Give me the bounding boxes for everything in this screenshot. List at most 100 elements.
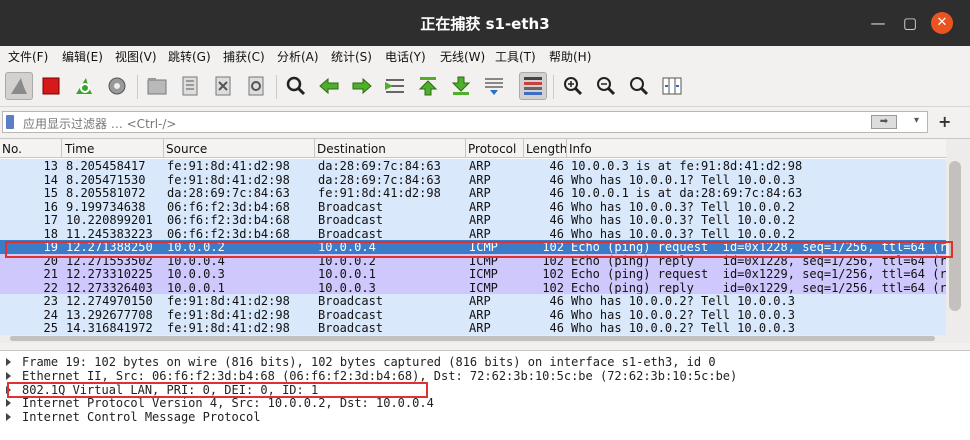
toolbar-separator [276, 75, 277, 99]
detail-tree-item[interactable]: Frame 19: 102 bytes on wire (816 bits), … [0, 355, 970, 369]
maximize-icon[interactable]: ▢ [899, 12, 921, 34]
autoscroll-icon[interactable] [480, 72, 508, 100]
cell-time: 8.205458417 [66, 159, 146, 173]
cell-src: 06:f6:f2:3d:b4:68 [167, 213, 290, 227]
restart-capture-icon[interactable] [70, 72, 98, 100]
menu-telephony[interactable]: 电话(Y) [385, 48, 426, 65]
cell-time: 11.245383223 [66, 226, 153, 241]
cell-len: 102 [542, 267, 564, 281]
colorize-icon[interactable] [519, 72, 547, 100]
go-to-packet-icon[interactable] [381, 72, 409, 100]
vlan-highlight [7, 382, 428, 398]
column-time[interactable]: Time [65, 142, 94, 156]
cell-len: 46 [549, 213, 564, 227]
expand-arrow-icon[interactable] [6, 399, 11, 408]
cell-len: 46 [549, 186, 564, 200]
cell-proto: ARP [469, 159, 491, 173]
toolbar-separator [137, 75, 138, 99]
cell-len: 46 [549, 294, 564, 308]
menu-tools[interactable]: 工具(T) [495, 48, 536, 65]
cell-time: 12.274970150 [66, 294, 153, 308]
table-row[interactable]: 18 11.245383223 06:f6:f2:3d:b4:68 Broadcast… [0, 226, 946, 241]
cell-time: 10.220899201 [66, 213, 153, 227]
cell-src: 06:f6:f2:3d:b4:68 [167, 199, 290, 214]
table-row[interactable]: 17 10.220899201 06:f6:f2:3d:b4:68 Broadcast… [0, 213, 946, 227]
column-no[interactable]: No. [2, 142, 22, 156]
scrollbar-thumb[interactable] [949, 161, 961, 311]
menu-capture[interactable]: 捕获(C) [223, 48, 265, 65]
go-forward-icon[interactable] [348, 72, 376, 100]
cell-src: 10.0.0.1 [167, 280, 225, 295]
toolbar-separator [553, 75, 554, 99]
hscrollbar-thumb[interactable] [10, 336, 935, 341]
packet-list-hscrollbar[interactable] [0, 335, 946, 343]
detail-text: Internet Control Message Protocol [22, 410, 261, 425]
detail-tree-item[interactable]: Internet Protocol Version 4, Src: 10.0.0… [0, 396, 970, 410]
detail-tree-item[interactable]: Ethernet II, Src: 06:f6:f2:3d:b4:68 (06:… [0, 369, 970, 383]
zoom-in-icon[interactable] [559, 72, 587, 100]
add-filter-button[interactable]: + [938, 112, 951, 131]
table-row[interactable]: 15 8.205581072 da:28:69:7c:84:63 fe:91:8d:4… [0, 186, 946, 200]
column-info[interactable]: Info [569, 142, 592, 156]
menu-help[interactable]: 帮助(H) [549, 48, 591, 65]
table-row[interactable]: 16 9.199734638 06:f6:f2:3d:b4:68 Broadcast A… [0, 199, 946, 214]
detail-tree-item[interactable]: Internet Control Message Protocol [0, 410, 970, 424]
table-row[interactable]: 25 14.316841972 fe:91:8d:41:d2:98 Broadcast… [0, 321, 946, 335]
resize-columns-icon[interactable] [658, 72, 686, 100]
bookmark-icon[interactable] [6, 115, 14, 129]
cell-len: 46 [549, 172, 564, 187]
table-row[interactable]: 23 12.274970150 fe:91:8d:41:d2:98 Broadcast… [0, 294, 946, 308]
cell-info: Who has 10.0.0.3? Tell 10.0.0.2 [571, 226, 795, 241]
close-icon[interactable]: ✕ [931, 12, 953, 34]
display-filter-input[interactable]: 应用显示过滤器 … <Ctrl-/> ➡ ▾ [2, 111, 928, 133]
column-destination[interactable]: Destination [317, 142, 386, 156]
cell-proto: ARP [469, 199, 491, 214]
go-back-icon[interactable] [315, 72, 343, 100]
cell-len: 102 [542, 280, 564, 295]
menu-go[interactable]: 跳转(G) [168, 48, 211, 65]
arrow-right-icon[interactable]: ➡ [871, 115, 897, 129]
cell-dst: da:28:69:7c:84:63 [318, 159, 441, 173]
column-protocol[interactable]: Protocol [468, 142, 516, 156]
menu-analyze[interactable]: 分析(A) [277, 48, 319, 65]
menu-edit[interactable]: 编辑(E) [62, 48, 103, 65]
cell-time: 12.273326403 [66, 280, 153, 295]
minimize-icon[interactable]: — [867, 12, 889, 34]
close-file-icon[interactable] [209, 72, 237, 100]
zoom-normal-icon[interactable] [625, 72, 653, 100]
reload-file-icon[interactable] [242, 72, 270, 100]
last-packet-icon[interactable] [447, 72, 475, 100]
expand-arrow-icon[interactable] [6, 413, 11, 422]
menu-statistics[interactable]: 统计(S) [331, 48, 372, 65]
chevron-down-icon[interactable]: ▾ [914, 115, 919, 126]
detail-text: Internet Protocol Version 4, Src: 10.0.0… [22, 396, 434, 411]
cell-src: fe:91:8d:41:d2:98 [167, 172, 290, 187]
cell-src: fe:91:8d:41:d2:98 [167, 321, 290, 335]
table-row[interactable]: 13 8.205458417 fe:91:8d:41:d2:98 da:28:69:7… [0, 159, 946, 173]
expand-arrow-icon[interactable] [6, 358, 11, 366]
cell-dst: Broadcast [318, 307, 384, 322]
find-packet-icon[interactable] [282, 72, 310, 100]
cell-proto: ARP [469, 172, 491, 187]
zoom-out-icon[interactable] [592, 72, 620, 100]
save-file-icon[interactable] [176, 72, 204, 100]
menu-view[interactable]: 视图(V) [115, 48, 157, 65]
detail-text: Frame 19: 102 bytes on wire (816 bits), … [22, 355, 716, 369]
cell-no: 15 [43, 186, 58, 200]
menu-file[interactable]: 文件(F) [8, 48, 48, 65]
stop-capture-icon[interactable] [37, 72, 65, 100]
column-length[interactable]: Length [526, 142, 567, 156]
open-file-icon[interactable] [143, 72, 171, 100]
packet-list: No. Time Source Destination Protocol Len… [0, 138, 970, 343]
expand-arrow-icon[interactable] [6, 371, 11, 380]
menu-wireless[interactable]: 无线(W) [440, 48, 485, 65]
shark-fin-start-icon[interactable] [5, 72, 33, 100]
capture-options-icon[interactable] [103, 72, 131, 100]
table-row[interactable]: 22 12.273326403 10.0.0.1 10.0.0.3 ICMP 102 Ech… [0, 280, 946, 295]
table-row[interactable]: 14 8.205471530 fe:91:8d:41:d2:98 da:28:69:7… [0, 172, 946, 187]
column-source[interactable]: Source [166, 142, 207, 156]
first-packet-icon[interactable] [414, 72, 442, 100]
display-filter-bar: 应用显示过滤器 … <Ctrl-/> ➡ ▾ + [0, 108, 970, 136]
table-row[interactable]: 24 13.292677708 fe:91:8d:41:d2:98 Broadcast… [0, 307, 946, 322]
table-row[interactable]: 21 12.273310225 10.0.0.3 10.0.0.1 ICMP 102 Ech… [0, 267, 946, 281]
